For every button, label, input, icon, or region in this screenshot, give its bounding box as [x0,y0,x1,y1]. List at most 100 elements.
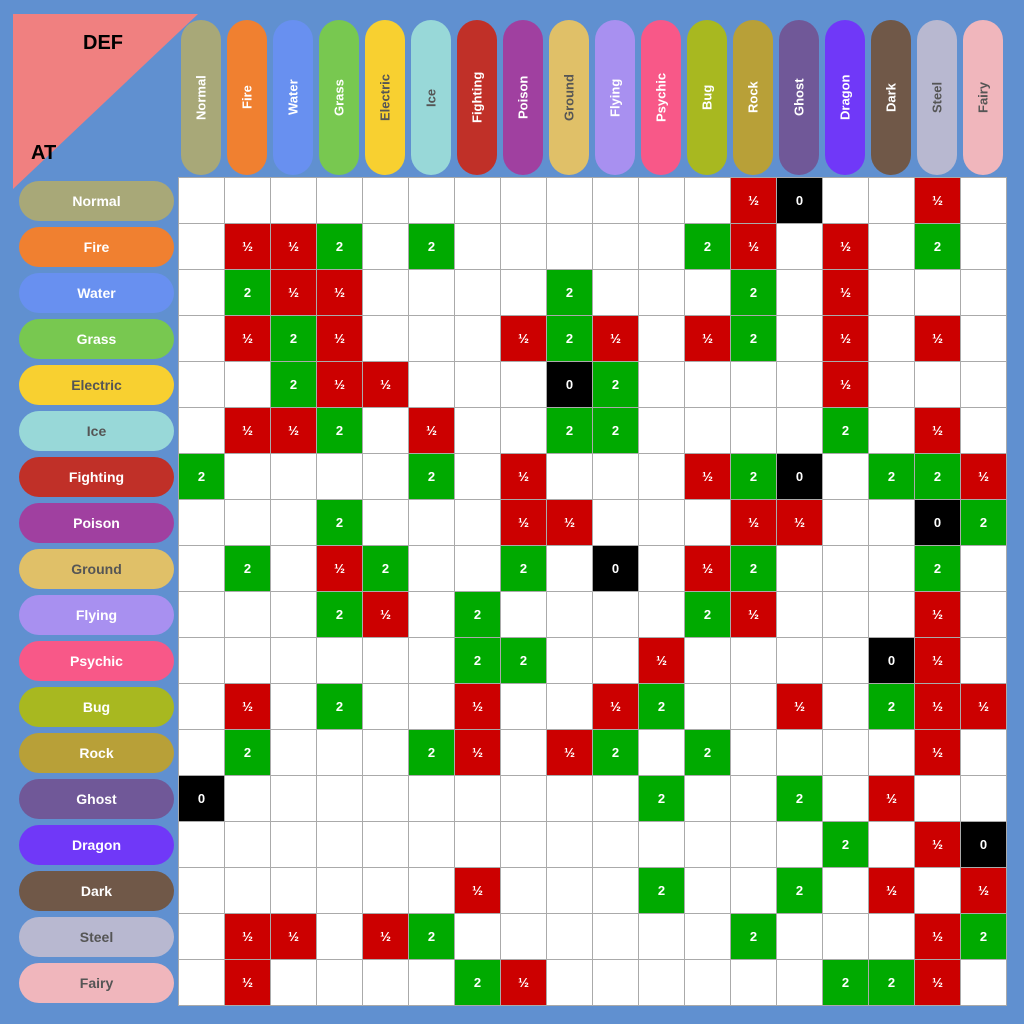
cell-fairy-vs-water [271,960,317,1006]
type-pill-col-steel: Steel [917,20,957,175]
cell-steel-vs-ground [547,914,593,960]
cell-normal-vs-ground [547,178,593,224]
cell-steel-vs-ice: 2 [409,914,455,960]
cell-ground-vs-psychic [639,546,685,592]
cell-grass-vs-ground: 2 [547,316,593,362]
cell-electric-vs-fire [225,362,271,408]
cell-dark-vs-dragon [823,868,869,914]
cell-electric-vs-flying: 2 [593,362,639,408]
cell-rock-vs-ghost [777,730,823,776]
table-row: Steel½½½22½2 [17,914,1007,960]
cell-dark-vs-steel [915,868,961,914]
cell-rock-vs-poison [501,730,547,776]
cell-grass-vs-ice [409,316,455,362]
type-pill-col-psychic: Psychic [641,20,681,175]
col-header-ice: Ice [409,18,455,178]
cell-flying-vs-fighting: 2 [455,592,501,638]
cell-bug-vs-electric [363,684,409,730]
cell-dark-vs-dark: ½ [869,868,915,914]
cell-grass-vs-normal [179,316,225,362]
cell-flying-vs-flying [593,592,639,638]
cell-normal-vs-ghost: 0 [777,178,823,224]
col-header-steel: Steel [915,18,961,178]
table-row: Rock22½½22½ [17,730,1007,776]
type-pill-row-ground: Ground [19,549,174,589]
cell-ghost-vs-steel [915,776,961,822]
table-row: Ghost022½ [17,776,1007,822]
cell-grass-vs-dragon: ½ [823,316,869,362]
cell-dark-vs-psychic: 2 [639,868,685,914]
cell-electric-vs-grass: ½ [317,362,363,408]
col-header-electric: Electric [363,18,409,178]
cell-fighting-vs-psychic [639,454,685,500]
cell-dragon-vs-ground [547,822,593,868]
cell-dragon-vs-psychic [639,822,685,868]
cell-fighting-vs-fairy: ½ [961,454,1007,500]
cell-flying-vs-ice [409,592,455,638]
row-header-electric: Electric [17,362,179,408]
cell-dark-vs-grass [317,868,363,914]
cell-normal-vs-psychic [639,178,685,224]
cell-ground-vs-flying: 0 [593,546,639,592]
cell-ice-vs-dragon: 2 [823,408,869,454]
cell-ice-vs-rock [731,408,777,454]
cell-bug-vs-ghost: ½ [777,684,823,730]
cell-fairy-vs-flying [593,960,639,1006]
cell-fairy-vs-ghost [777,960,823,1006]
cell-poison-vs-ice [409,500,455,546]
cell-steel-vs-fairy: 2 [961,914,1007,960]
col-header-bug: Bug [685,18,731,178]
cell-normal-vs-ice [409,178,455,224]
cell-flying-vs-grass: 2 [317,592,363,638]
cell-normal-vs-rock: ½ [731,178,777,224]
col-header-fire: Fire [225,18,271,178]
cell-grass-vs-dark [869,316,915,362]
table-row: Grass½2½½2½½2½½ [17,316,1007,362]
cell-ghost-vs-dragon [823,776,869,822]
type-pill-row-grass: Grass [19,319,174,359]
cell-dragon-vs-fighting [455,822,501,868]
cell-fighting-vs-water [271,454,317,500]
type-pill-row-bug: Bug [19,687,174,727]
cell-ground-vs-ghost [777,546,823,592]
cell-dark-vs-fighting: ½ [455,868,501,914]
cell-grass-vs-fighting [455,316,501,362]
cell-fairy-vs-fairy [961,960,1007,1006]
cell-dragon-vs-dark [869,822,915,868]
cell-ghost-vs-ice [409,776,455,822]
cell-fairy-vs-electric [363,960,409,1006]
cell-psychic-vs-grass [317,638,363,684]
cell-fighting-vs-rock: 2 [731,454,777,500]
cell-ice-vs-fire: ½ [225,408,271,454]
cell-bug-vs-ice [409,684,455,730]
cell-electric-vs-ground: 0 [547,362,593,408]
cell-bug-vs-fire: ½ [225,684,271,730]
cell-electric-vs-fairy [961,362,1007,408]
cell-ice-vs-ghost [777,408,823,454]
cell-electric-vs-bug [685,362,731,408]
cell-grass-vs-electric [363,316,409,362]
col-header-dark: Dark [869,18,915,178]
row-header-ghost: Ghost [17,776,179,822]
cell-psychic-vs-fighting: 2 [455,638,501,684]
cell-fighting-vs-dark: 2 [869,454,915,500]
cell-water-vs-dragon: ½ [823,270,869,316]
cell-flying-vs-normal [179,592,225,638]
type-pill-col-poison: Poison [503,20,543,175]
cell-ghost-vs-dark: ½ [869,776,915,822]
cell-water-vs-fairy [961,270,1007,316]
cell-bug-vs-ground [547,684,593,730]
cell-water-vs-fire: 2 [225,270,271,316]
type-pill-col-flying: Flying [595,20,635,175]
cell-grass-vs-bug: ½ [685,316,731,362]
row-header-poison: Poison [17,500,179,546]
table-row: Bug½2½½2½2½½ [17,684,1007,730]
row-header-flying: Flying [17,592,179,638]
cell-dragon-vs-dragon: 2 [823,822,869,868]
col-header-fairy: Fairy [961,18,1007,178]
cell-fairy-vs-bug [685,960,731,1006]
cell-poison-vs-poison: ½ [501,500,547,546]
cell-ghost-vs-rock [731,776,777,822]
cell-ice-vs-electric [363,408,409,454]
cell-steel-vs-dark [869,914,915,960]
